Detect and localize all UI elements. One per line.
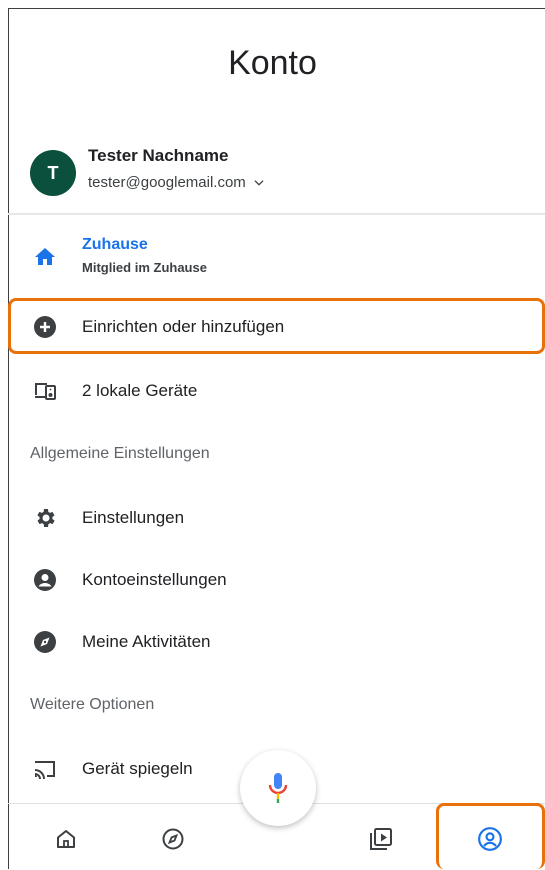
chevron-down-icon — [252, 176, 266, 190]
home-subtitle: Mitglied im Zuhause — [82, 260, 207, 275]
setup-or-add-item[interactable]: Einrichten oder hinzufügen — [0, 314, 545, 340]
settings-item[interactable]: Einstellungen — [0, 505, 545, 531]
explore-icon[interactable] — [158, 824, 188, 854]
active-tab-highlight — [436, 803, 545, 869]
add-circle-icon — [32, 314, 58, 340]
account-settings-item[interactable]: Kontoeinstellungen — [0, 567, 545, 593]
page-title: Konto — [228, 44, 317, 82]
avatar: T — [30, 150, 76, 196]
cast-label: Gerät spiegeln — [82, 759, 193, 778]
app-frame — [8, 8, 545, 869]
more-options-heading: Weitere Optionen — [30, 696, 155, 713]
account-name: Tester Nachname — [88, 146, 229, 165]
local-devices-label: 2 lokale Geräte — [82, 381, 198, 400]
voice-assistant-button[interactable] — [240, 750, 316, 826]
divider — [8, 213, 545, 215]
microphone-icon — [265, 771, 291, 805]
devices-icon — [32, 378, 58, 404]
setup-label: Einrichten oder hinzufügen — [82, 317, 285, 336]
account-email: tester@googlemail.com — [88, 174, 246, 191]
gear-icon — [32, 505, 58, 531]
account-switcher[interactable]: T Tester Nachname tester@googlemail.com — [30, 146, 545, 196]
account-email-row[interactable]: tester@googlemail.com — [88, 174, 266, 191]
home-item[interactable]: Zuhause Mitglied im Zuhause — [0, 236, 545, 280]
home-icon[interactable] — [51, 824, 81, 854]
general-settings-heading: Allgemeine Einstellungen — [30, 445, 210, 462]
home-icon — [32, 244, 58, 270]
account-circle-icon — [32, 567, 58, 593]
account-settings-label: Kontoeinstellungen — [82, 570, 227, 589]
local-devices-item[interactable]: 2 lokale Geräte — [0, 378, 545, 404]
activities-item[interactable]: Meine Aktivitäten — [0, 629, 545, 655]
settings-label: Einstellungen — [82, 508, 185, 527]
activities-label: Meine Aktivitäten — [82, 632, 211, 651]
media-icon[interactable] — [366, 824, 396, 854]
compass-icon — [32, 629, 58, 655]
cast-icon — [32, 756, 58, 782]
home-title: Zuhause — [82, 236, 148, 253]
